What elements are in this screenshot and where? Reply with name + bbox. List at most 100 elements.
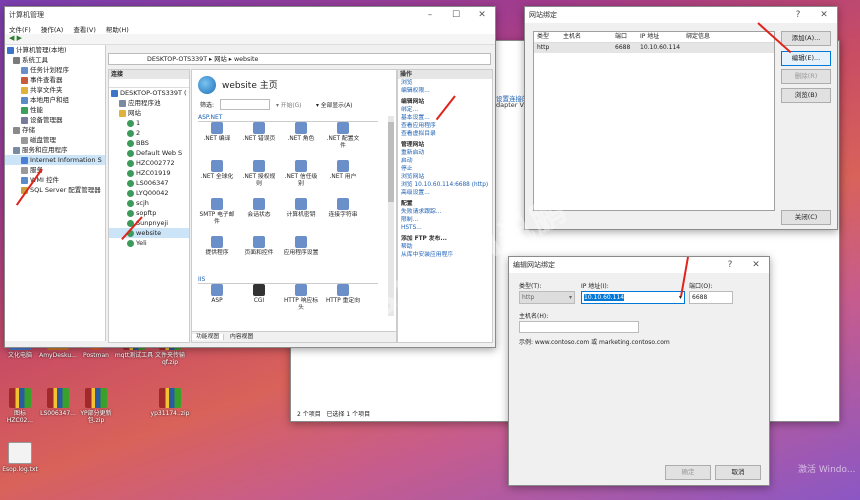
connection-item[interactable]: LYQ00042 xyxy=(109,188,189,198)
desktop-icon[interactable]: YP部分更新包.zip xyxy=(76,388,116,424)
show-all-button[interactable]: ▾ 全部显示(A) xyxy=(316,100,352,109)
back-icon[interactable]: ◀ xyxy=(9,34,14,42)
menu-action[interactable]: 操作(A) xyxy=(41,24,64,34)
connection-item[interactable]: BBS xyxy=(109,138,189,148)
type-select[interactable]: http ▾ xyxy=(519,291,575,304)
cancel-button[interactable]: 取消 xyxy=(715,465,761,480)
menu-view[interactable]: 查看(V) xyxy=(73,24,96,34)
ok-button[interactable]: 确定 xyxy=(665,465,711,480)
action-link[interactable]: 查看应用程序 xyxy=(401,122,492,130)
feature-item[interactable]: 计算机密钥 xyxy=(282,198,320,219)
feature-item[interactable]: CGI xyxy=(240,284,278,305)
desktop-icon[interactable]: Esop.log.txt xyxy=(0,442,40,473)
address-bar[interactable]: DESKTOP-OTS339T ▸ 网站 ▸ website xyxy=(108,53,491,65)
feature-item[interactable]: .NET 全球化 xyxy=(198,160,236,181)
tree-item[interactable]: 性能 xyxy=(5,105,105,115)
desktop-icon[interactable]: yp31174..zip xyxy=(150,388,190,417)
tree-item[interactable]: 系统工具 xyxy=(5,55,105,65)
action-link[interactable]: 浏览网站 xyxy=(401,173,492,181)
forward-icon[interactable]: ▶ xyxy=(17,34,22,42)
help-button[interactable]: ? xyxy=(785,10,811,20)
edit-button[interactable]: 编辑(E)... xyxy=(781,51,831,66)
feature-item[interactable]: .NET 配置文件 xyxy=(324,122,362,150)
action-link[interactable]: 启动 xyxy=(401,157,492,165)
feature-item[interactable]: .NET 信任级别 xyxy=(282,160,320,188)
feature-item[interactable]: .NET 编译 xyxy=(198,122,236,143)
connection-item[interactable]: 1 xyxy=(109,118,189,128)
feature-item[interactable]: HTTP 重定向 xyxy=(324,284,362,305)
tree-item[interactable]: 计算机管理(本地) xyxy=(5,45,105,55)
tree-item[interactable]: 服务 xyxy=(5,165,105,175)
connection-item[interactable]: 应用程序池 xyxy=(109,98,189,108)
connection-item[interactable]: Sunpnyeji xyxy=(109,218,189,228)
tree-item[interactable]: 事件查看器 xyxy=(5,75,105,85)
col-ip[interactable]: IP 地址 xyxy=(640,32,686,42)
feature-item[interactable]: HTTP 响应标头 xyxy=(282,284,320,312)
connection-item[interactable]: Default Web S xyxy=(109,148,189,158)
col-host[interactable]: 主机名 xyxy=(563,32,615,42)
close-button[interactable]: ✕ xyxy=(743,260,769,270)
action-link[interactable]: 浏览 10.10.60.114:6688 (http) xyxy=(401,181,492,189)
tree-item[interactable]: WMI 控件 xyxy=(5,175,105,185)
feature-item[interactable]: 提供程序 xyxy=(198,236,236,257)
col-info[interactable]: 绑定信息 xyxy=(686,32,746,42)
connection-item[interactable]: 2 xyxy=(109,128,189,138)
col-port[interactable]: 端口 xyxy=(615,32,640,42)
action-link[interactable]: 查看虚拟目录 xyxy=(401,130,492,138)
connection-item[interactable]: LS006347 xyxy=(109,178,189,188)
filter-input[interactable] xyxy=(220,99,270,110)
maximize-button[interactable]: ☐ xyxy=(443,10,469,20)
menu-help[interactable]: 帮助(H) xyxy=(106,24,129,34)
close-button[interactable]: ✕ xyxy=(811,10,837,20)
feature-item[interactable]: .NET 错误页 xyxy=(240,122,278,143)
tree-item[interactable]: 服务和应用程序 xyxy=(5,145,105,155)
tree-item[interactable]: 本地用户和组 xyxy=(5,95,105,105)
feature-item[interactable]: .NET 用户 xyxy=(324,160,362,181)
action-link[interactable]: 基本设置... xyxy=(401,114,492,122)
connection-item[interactable]: sopftp xyxy=(109,208,189,218)
table-row[interactable]: http 6688 10.10.60.114 xyxy=(534,43,774,53)
tree-item[interactable]: 磁盘管理 xyxy=(5,135,105,145)
add-button[interactable]: 添加(A)... xyxy=(781,31,831,46)
menu-file[interactable]: 文件(F) xyxy=(9,24,31,34)
feature-item[interactable]: 连接字符串 xyxy=(324,198,362,219)
close-button[interactable]: ✕ xyxy=(469,10,495,20)
connection-item[interactable]: DESKTOP-OTS339T ( xyxy=(109,88,189,98)
connection-item[interactable]: Yeli xyxy=(109,238,189,248)
feature-item[interactable]: .NET 角色 xyxy=(282,122,320,143)
action-link[interactable]: 高级设置... xyxy=(401,189,492,197)
connection-item[interactable]: scjh xyxy=(109,198,189,208)
desktop-icon[interactable]: 图标 HZC02... xyxy=(0,388,40,424)
action-link[interactable]: 失败请求跟踪... xyxy=(401,208,492,216)
feature-item[interactable]: ASP xyxy=(198,284,236,305)
remove-button[interactable]: 删除(R) xyxy=(781,69,831,84)
action-link[interactable]: 重新启动 xyxy=(401,149,492,157)
tree-item[interactable]: SQL Server 配置管理器 xyxy=(5,185,105,195)
browse-button[interactable]: 浏览(B) xyxy=(781,88,831,103)
connection-item[interactable]: HZC002772 xyxy=(109,158,189,168)
tab-content-view[interactable]: 内容视图 xyxy=(226,334,257,340)
site-item-website[interactable]: website xyxy=(109,228,189,238)
col-type[interactable]: 类型 xyxy=(534,32,563,42)
tree-item[interactable]: 存储 xyxy=(5,125,105,135)
action-link[interactable]: 浏览 xyxy=(401,79,492,87)
tree-item[interactable]: 设备管理器 xyxy=(5,115,105,125)
host-input[interactable] xyxy=(519,321,639,333)
tree-item-iis[interactable]: Internet Information S xyxy=(5,155,105,165)
desktop-icon[interactable]: LS006347... xyxy=(38,388,78,417)
ip-select[interactable]: 10.10.60.114 ▾ xyxy=(581,291,685,304)
tree-item[interactable]: 共享文件夹 xyxy=(5,85,105,95)
feature-item[interactable]: .NET 授权规则 xyxy=(240,160,278,188)
action-link[interactable]: 编辑权限... xyxy=(401,87,492,95)
minimize-button[interactable]: – xyxy=(417,10,443,20)
feature-item[interactable]: 页面和控件 xyxy=(240,236,278,257)
feature-item[interactable]: SMTP 电子邮件 xyxy=(198,198,236,226)
start-button[interactable]: ▾ 开始(G) xyxy=(276,100,301,109)
connection-item[interactable]: 网站 xyxy=(109,108,189,118)
tab-features-view[interactable]: 功能视图 xyxy=(192,334,225,340)
help-button[interactable]: ? xyxy=(717,260,743,270)
close-dialog-button[interactable]: 关闭(C) xyxy=(781,210,831,225)
port-input[interactable]: 6688 xyxy=(689,291,733,304)
tree-item[interactable]: 任务计划程序 xyxy=(5,65,105,75)
action-link[interactable]: 停止 xyxy=(401,165,492,173)
